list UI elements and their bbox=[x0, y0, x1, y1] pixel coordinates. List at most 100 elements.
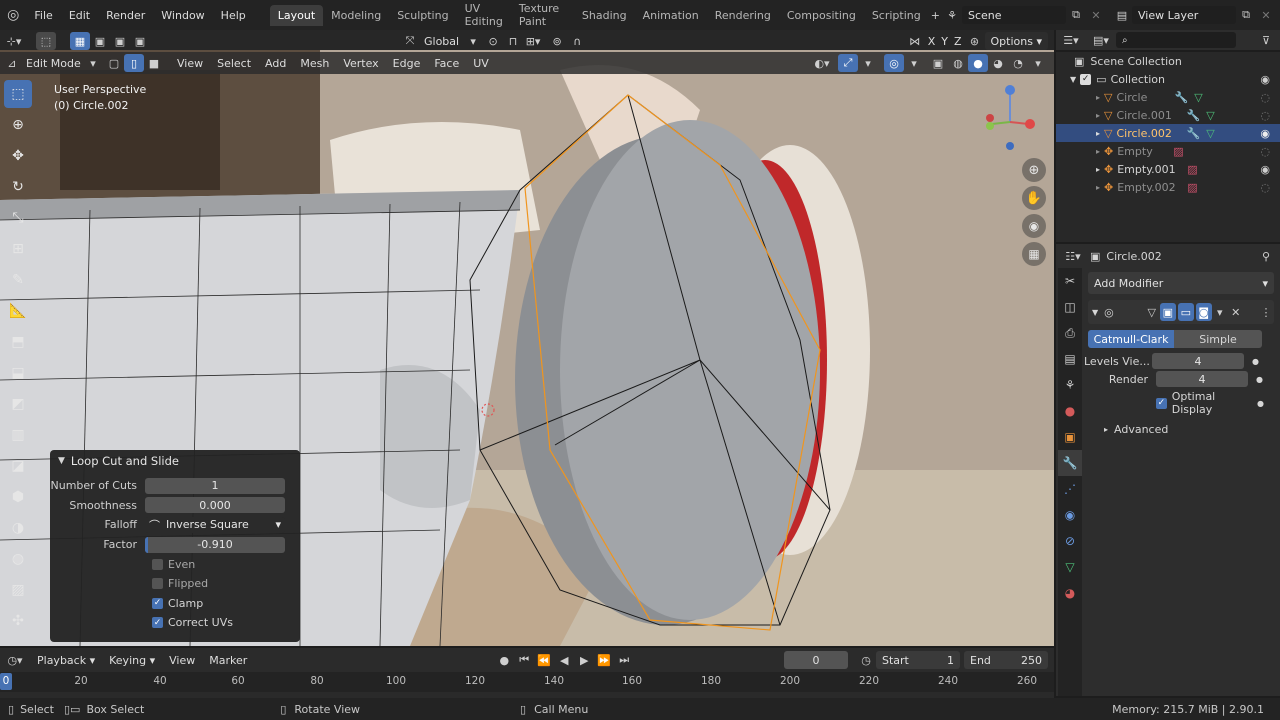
tab-rendering[interactable]: Rendering bbox=[707, 5, 779, 26]
axis-x-toggle[interactable]: X bbox=[925, 35, 939, 48]
scene-icon[interactable]: ⚘ bbox=[942, 6, 962, 24]
select-mode-new-icon[interactable]: ▦ bbox=[70, 32, 90, 50]
proportional-edit-icon[interactable]: ⊚ bbox=[547, 32, 567, 50]
falloff-dropdown[interactable]: ⌒ Inverse Square ▾ bbox=[145, 516, 285, 533]
record-icon[interactable]: ● bbox=[494, 651, 514, 669]
end-frame-field[interactable]: End 250 bbox=[964, 651, 1048, 669]
remove-modifier-icon[interactable]: ✕ bbox=[1228, 303, 1244, 321]
object-tab-icon[interactable]: ▣ bbox=[1058, 424, 1082, 450]
mesh-options-icon[interactable]: ⊛ bbox=[965, 32, 985, 50]
navigation-gizmo[interactable] bbox=[978, 84, 1038, 150]
menu-face[interactable]: Face bbox=[427, 57, 466, 70]
tab-animation[interactable]: Animation bbox=[635, 5, 707, 26]
expand-icon[interactable]: ▸ bbox=[1096, 93, 1100, 102]
axis-z-toggle[interactable]: Z bbox=[951, 35, 965, 48]
eye-icon[interactable]: ◉ bbox=[1260, 127, 1270, 140]
view-layer-copy-icon[interactable]: ⧉ bbox=[1236, 6, 1256, 24]
render-toggle-icon[interactable]: ◙ bbox=[1195, 303, 1212, 321]
shading-dropdown-icon[interactable]: ▾ bbox=[1028, 54, 1048, 72]
menu-marker[interactable]: Marker bbox=[202, 654, 254, 667]
catmull-clark-button[interactable]: Catmull-Clark bbox=[1088, 330, 1174, 348]
jump-start-icon[interactable]: ⏮ bbox=[514, 651, 534, 669]
select-mode-subtract-icon[interactable]: ▣ bbox=[110, 32, 130, 50]
keyframe-dot-icon[interactable]: ● bbox=[1257, 399, 1264, 408]
knife-tool-icon[interactable]: ◪ bbox=[4, 452, 32, 480]
collection-include-checkbox[interactable]: ✓ bbox=[1080, 73, 1092, 85]
display-mode-icon[interactable]: ▤▾ bbox=[1086, 31, 1116, 49]
view-layer-tab-icon[interactable]: ▤ bbox=[1058, 346, 1082, 372]
gizmo-dropdown-icon[interactable]: ▾ bbox=[858, 54, 878, 72]
move-tool-icon[interactable]: ✥ bbox=[4, 142, 32, 170]
camera-icon[interactable]: ◉ bbox=[1022, 214, 1046, 238]
mirror-icon[interactable]: ⋈ bbox=[905, 32, 925, 50]
zoom-icon[interactable]: ⊕ bbox=[1022, 158, 1046, 182]
pivot-icon[interactable]: ⊙ bbox=[483, 32, 503, 50]
modifier-menu-icon[interactable]: ▾ bbox=[1212, 303, 1228, 321]
pan-hand-icon[interactable]: ✋ bbox=[1022, 186, 1046, 210]
eye-icon[interactable]: ◌ bbox=[1260, 109, 1270, 122]
scene-tab-icon[interactable]: ⚘ bbox=[1058, 372, 1082, 398]
outliner-search-input[interactable]: ⌕ bbox=[1116, 32, 1236, 48]
select-mode-extend-icon[interactable]: ▣ bbox=[90, 32, 110, 50]
vertex-select-icon[interactable]: ▢ bbox=[104, 54, 124, 72]
edit-cage-icon[interactable]: ▽ bbox=[1144, 303, 1160, 321]
inset-tool-icon[interactable]: ⬓ bbox=[4, 359, 32, 387]
panel-collapse-icon[interactable]: ▼ bbox=[1092, 308, 1098, 317]
simple-button[interactable]: Simple bbox=[1174, 330, 1262, 348]
tab-texture-paint[interactable]: Texture Paint bbox=[511, 0, 574, 32]
play-icon[interactable]: ▶ bbox=[574, 651, 594, 669]
menu-keying[interactable]: Keying ▾ bbox=[102, 654, 162, 667]
menu-select[interactable]: Select bbox=[210, 57, 258, 70]
outliner-collection[interactable]: ▼ ✓ ▭ Collection ◉ bbox=[1056, 70, 1280, 88]
rotate-tool-icon[interactable]: ↻ bbox=[4, 173, 32, 201]
tab-layout[interactable]: Layout bbox=[269, 4, 324, 26]
current-frame-field[interactable]: 0 bbox=[784, 651, 848, 669]
falloff-icon[interactable]: ∩ bbox=[567, 32, 587, 50]
keyframe-dot-icon[interactable]: ● bbox=[1252, 357, 1259, 366]
tab-sculpting[interactable]: Sculpting bbox=[389, 5, 456, 26]
poly-build-icon[interactable]: ⬢ bbox=[4, 483, 32, 511]
menu-playback[interactable]: Playback ▾ bbox=[30, 654, 102, 667]
options-dropdown[interactable]: Options ▾ bbox=[984, 32, 1048, 50]
optimal-display-checkbox[interactable]: ✓ bbox=[1156, 397, 1167, 409]
view-layer-close-icon[interactable]: ✕ bbox=[1256, 6, 1276, 24]
scale-tool-icon[interactable]: ⤡ bbox=[4, 204, 32, 232]
scene-field[interactable]: Scene bbox=[962, 6, 1066, 24]
blender-logo-icon[interactable]: ◎ bbox=[0, 6, 26, 24]
constraints-tab-icon[interactable]: ⊘ bbox=[1058, 528, 1082, 554]
gizmo-toggle-icon[interactable]: ⤢ bbox=[838, 54, 858, 72]
menu-help[interactable]: Help bbox=[213, 9, 254, 22]
factor-slider[interactable]: -0.910 bbox=[145, 536, 285, 553]
menu-vertex[interactable]: Vertex bbox=[336, 57, 385, 70]
smooth-tool-icon[interactable]: ◍ bbox=[4, 545, 32, 573]
smoothness-field[interactable]: 0.000 bbox=[145, 497, 285, 514]
outliner-item-circle-001[interactable]: ▸ ▽ Circle.001 🔧 ▽ ◌ bbox=[1056, 106, 1280, 124]
expand-icon[interactable]: ▸ bbox=[1096, 147, 1100, 156]
outliner-item-empty-001[interactable]: ▸ ✥ Empty.001 ▨ ◉ bbox=[1056, 160, 1280, 178]
expand-icon[interactable]: ▸ bbox=[1096, 183, 1100, 192]
cursor-tool-icon[interactable]: ⊕ bbox=[4, 111, 32, 139]
material-tab-icon[interactable]: ◕ bbox=[1058, 580, 1082, 606]
outliner-editor-icon[interactable]: ☰▾ bbox=[1056, 31, 1086, 49]
keyframe-dot-icon[interactable]: ● bbox=[1256, 375, 1263, 384]
clock-icon[interactable]: ◷ bbox=[856, 651, 876, 669]
properties-editor-icon[interactable]: ☷▾ bbox=[1056, 247, 1090, 265]
tab-compositing[interactable]: Compositing bbox=[779, 5, 864, 26]
add-workspace-icon[interactable]: + bbox=[929, 6, 942, 24]
expand-icon[interactable]: ▸ bbox=[1096, 165, 1100, 174]
tool-tab-icon[interactable]: ✂ bbox=[1058, 268, 1082, 294]
menu-uv[interactable]: UV bbox=[466, 57, 496, 70]
output-tab-icon[interactable]: ⎙ bbox=[1058, 320, 1082, 346]
modifier-tab-icon[interactable]: 🔧 bbox=[1058, 450, 1082, 476]
number-of-cuts-field[interactable]: 1 bbox=[145, 477, 285, 494]
menu-add[interactable]: Add bbox=[258, 57, 293, 70]
clamp-checkbox[interactable]: ✓ bbox=[152, 597, 163, 609]
scene-copy-icon[interactable]: ⧉ bbox=[1066, 6, 1086, 24]
drag-handle-icon[interactable]: ⋮ bbox=[1258, 303, 1274, 321]
physics-tab-icon[interactable]: ◉ bbox=[1058, 502, 1082, 528]
panel-collapse-icon[interactable]: ▼ bbox=[58, 456, 65, 466]
play-reverse-icon[interactable]: ◀ bbox=[554, 651, 574, 669]
tab-modeling[interactable]: Modeling bbox=[323, 5, 389, 26]
menu-edit[interactable]: Edit bbox=[61, 9, 98, 22]
outliner-scene-collection[interactable]: ▣ Scene Collection bbox=[1056, 52, 1280, 70]
